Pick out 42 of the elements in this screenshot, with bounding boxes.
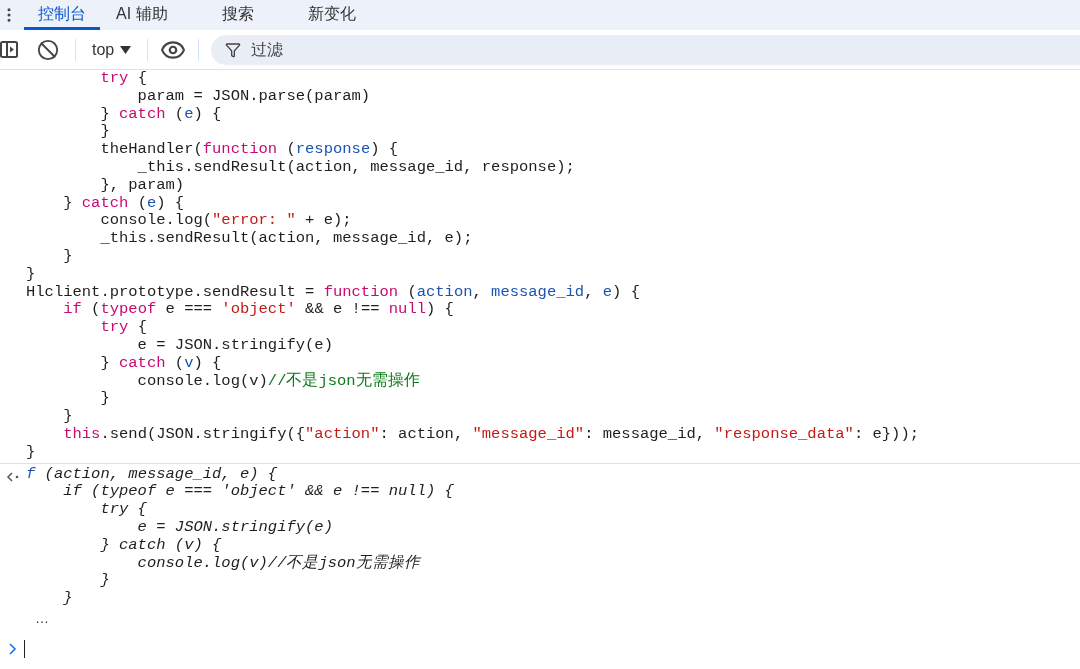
- code-line: e = JSON.stringify(e): [136, 518, 333, 537]
- tab[interactable]: 新变化: [293, 0, 370, 30]
- code-line: }: [99, 123, 110, 142]
- code-line: try {: [99, 319, 147, 337]
- filter-field[interactable]: 过滤: [211, 34, 1080, 65]
- code-line: param = JSON.parse(param): [136, 87, 371, 106]
- code-line: } catch (v) {: [99, 354, 222, 373]
- tab[interactable]: AI 辅助: [102, 0, 182, 30]
- clear-icon[interactable]: [37, 38, 59, 61]
- code-line: Hlclient.prototype.sendResult = function (action, message_id, e) {: [26, 283, 640, 302]
- code-line: } catch (v) {: [99, 536, 222, 555]
- code-line: f (action, message_id, e) {: [26, 465, 278, 484]
- code-line: }, param): [99, 176, 185, 195]
- code-line: try {: [99, 70, 147, 88]
- code-line: }: [62, 408, 73, 426]
- tab[interactable]: 搜索: [207, 0, 268, 30]
- code-line: console.log(v)//不是json无需操作: [136, 554, 420, 573]
- code-line: _this.sendResult(action, message_id, e);: [99, 230, 473, 248]
- code-line: this.send(JSON.stringify({"action": action, "message_id": message_id, "response_data": e}));: [62, 425, 919, 444]
- code-line: } catch (e) {: [62, 194, 185, 213]
- code-line: console.log(v)//不是json无需操作: [136, 372, 420, 391]
- code-line: theHandler(function (response) {: [99, 141, 399, 159]
- code-line: }: [99, 572, 110, 591]
- code-line: }: [26, 265, 36, 284]
- context-dropdown[interactable]: top: [76, 37, 148, 62]
- filter-icon: [225, 41, 242, 58]
- code-line: if (typeof e === 'object' && e !== null) {: [62, 301, 454, 320]
- caret-icon: [120, 45, 132, 54]
- ellipsis[interactable]: …: [35, 607, 454, 629]
- code-line: e = JSON.stringify(e): [136, 336, 333, 355]
- code-line: }: [26, 443, 36, 462]
- code-line: }: [99, 390, 110, 409]
- sidebar-toggle-icon[interactable]: [0, 40, 19, 59]
- code-line: }: [62, 590, 73, 608]
- code-line: if (typeof e === 'object' && e !== null) {: [62, 483, 454, 502]
- code-line: }: [62, 247, 73, 266]
- code-line: try {: [99, 501, 147, 519]
- prompt-icon: [8, 642, 18, 655]
- code-line: _this.sendResult(action, message_id, response);: [136, 159, 575, 177]
- code-line: console.log("error: " + e);: [99, 212, 352, 231]
- code-line: } catch (e) {: [99, 105, 222, 124]
- result-arrow-icon: [6, 471, 20, 482]
